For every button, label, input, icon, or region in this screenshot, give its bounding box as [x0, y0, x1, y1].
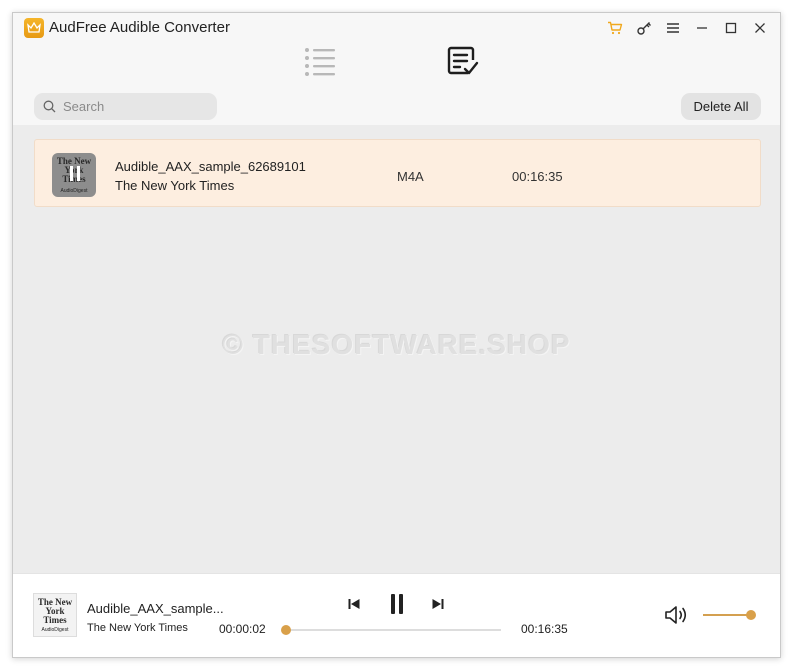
total-time: 00:16:35: [521, 622, 568, 636]
app-title: AudFree Audible Converter: [49, 19, 230, 36]
cart-icon[interactable]: [600, 17, 629, 39]
tab-convert-list[interactable]: [303, 45, 337, 79]
player-bar: The New York Times AudioDigest Audible_A…: [13, 573, 780, 657]
volume-handle[interactable]: [746, 610, 756, 620]
next-button[interactable]: [430, 594, 446, 614]
player-title: Audible_AAX_sample...: [87, 601, 224, 616]
title-bar: AudFree Audible Converter Search Delete …: [13, 13, 780, 125]
volume-fill: [703, 614, 751, 616]
key-icon[interactable]: [629, 17, 658, 39]
file-list: The New York Times AudioDigest Audible_A…: [13, 125, 780, 573]
progress-handle[interactable]: [281, 625, 292, 635]
search-box: [34, 93, 217, 120]
pause-button[interactable]: [387, 592, 407, 616]
cover-subtitle: AudioDigest: [60, 188, 88, 194]
previous-button[interactable]: [346, 594, 362, 614]
list-icon: [305, 48, 335, 76]
tab-converted-list[interactable]: [446, 45, 480, 79]
progress-slider[interactable]: [281, 625, 501, 635]
file-duration: 00:16:35: [512, 169, 563, 184]
file-author: The New York Times: [115, 178, 235, 193]
app-logo-icon: [24, 18, 44, 38]
pause-icon[interactable]: [70, 166, 80, 181]
minimize-icon[interactable]: [687, 17, 716, 39]
skip-next-icon: [432, 599, 444, 609]
file-title: Audible_AAX_sample_62689101: [115, 159, 306, 174]
search-input[interactable]: [63, 99, 193, 114]
player-cover: The New York Times AudioDigest: [33, 593, 77, 637]
file-row[interactable]: The New York Times AudioDigest Audible_A…: [34, 139, 761, 207]
pause-icon: [391, 594, 403, 614]
volume-slider[interactable]: [703, 610, 756, 620]
menu-icon[interactable]: [658, 17, 687, 39]
volume-icon[interactable]: [664, 604, 690, 626]
player-cover-subtitle: AudioDigest: [41, 627, 69, 633]
app-window: AudFree Audible Converter Search Delete …: [12, 12, 781, 658]
elapsed-time: 00:00:02: [219, 622, 266, 636]
close-icon[interactable]: [745, 17, 774, 39]
delete-all-button[interactable]: Delete All: [681, 93, 761, 120]
titlebar-icons: [600, 17, 774, 39]
player-author: The New York Times: [87, 622, 188, 634]
skip-previous-icon: [348, 599, 360, 609]
converted-list-icon: [447, 46, 479, 75]
file-cover[interactable]: The New York Times AudioDigest: [52, 153, 96, 197]
player-cover-title: The New York Times: [37, 597, 73, 625]
file-format[interactable]: M4A: [397, 169, 424, 184]
maximize-icon[interactable]: [716, 17, 745, 39]
watermark: © THESOFTWARE.SHOP: [222, 329, 571, 360]
search-icon: [43, 100, 56, 113]
